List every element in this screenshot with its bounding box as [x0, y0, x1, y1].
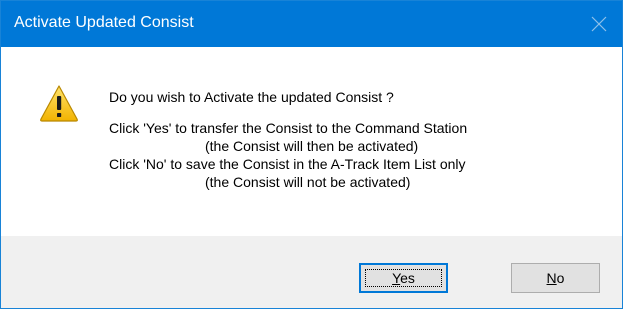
close-button[interactable] — [576, 1, 622, 47]
message-text: Do you wish to Activate the updated Cons… — [109, 88, 467, 191]
warning-icon — [40, 85, 78, 122]
yes-label-rest: es — [400, 270, 415, 286]
yes-instruction: Click 'Yes' to transfer the Consist to t… — [109, 120, 468, 136]
question-text: Do you wish to Activate the updated Cons… — [109, 89, 394, 105]
button-bar: Yes No — [1, 236, 622, 308]
close-icon — [591, 16, 607, 32]
yes-button-label: Yes — [360, 270, 447, 286]
message-dialog: Activate Updated Consist Do you wish to … — [0, 0, 623, 309]
title-bar[interactable]: Activate Updated Consist — [1, 1, 622, 47]
yes-note: (the Consist will then be activated) — [205, 138, 419, 154]
no-label-rest: o — [556, 270, 565, 286]
no-button[interactable]: No — [511, 263, 600, 293]
no-note: (the Consist will not be activated) — [205, 174, 411, 190]
window-title: Activate Updated Consist — [14, 14, 194, 31]
message-area: Do you wish to Activate the updated Cons… — [1, 47, 622, 236]
no-mnemonic: N — [546, 270, 557, 286]
no-button-label: No — [512, 270, 599, 286]
yes-mnemonic: Y — [392, 270, 401, 286]
yes-button[interactable]: Yes — [359, 263, 448, 293]
no-instruction: Click 'No' to save the Consist in the A-… — [109, 156, 466, 172]
